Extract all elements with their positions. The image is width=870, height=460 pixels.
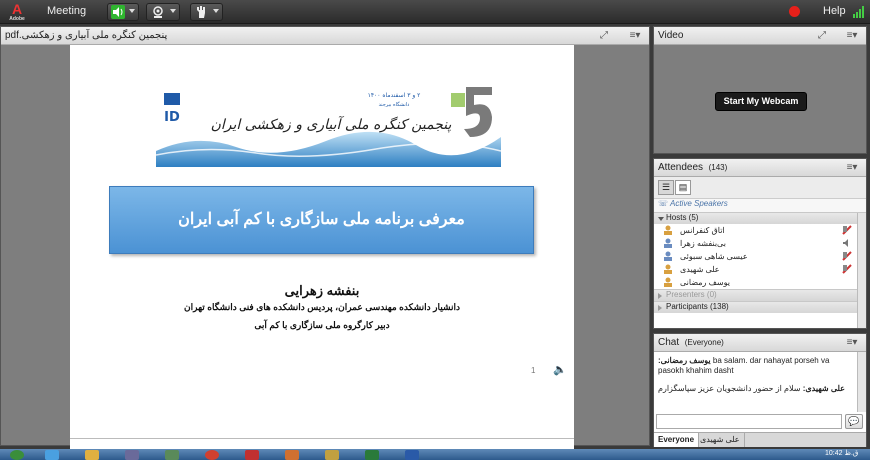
- record-icon[interactable]: [789, 6, 800, 17]
- chat-pod: Chat (Everyone) ≡▾ یوسف رمضانی: ba salam…: [653, 333, 867, 447]
- raise-hand-button[interactable]: [190, 3, 223, 21]
- app-icon[interactable]: [325, 450, 339, 460]
- pod-menu-icon[interactable]: ≡▾: [629, 30, 641, 41]
- webcam-icon: [153, 6, 163, 18]
- host-status-icon: [842, 251, 852, 261]
- host-row[interactable]: یوسف رمضانی: [654, 276, 866, 289]
- author-name: بنفشه زهرایی: [284, 283, 360, 298]
- host-avatar-icon: [664, 277, 672, 287]
- start-button-icon[interactable]: [10, 450, 24, 460]
- video-pod-title: Video: [658, 30, 684, 41]
- system-clock: 10:42 ق.ظ: [825, 450, 859, 457]
- top-menu-bar: A Adobe Meeting Help: [0, 0, 870, 24]
- signal-icon: [853, 6, 865, 18]
- congress-banner: ID پنجمین کنگره ملی آبیاری و زهکشی ایران…: [156, 87, 501, 167]
- video-pod-header: Video ⤢ ≡▾: [654, 27, 866, 45]
- presenters-group[interactable]: Presenters (0): [654, 289, 866, 301]
- speaker-icon: [111, 5, 125, 19]
- share-filename: پنجمین کنگره ملی آبیاری و زهکشی.pdf: [5, 30, 168, 41]
- fullscreen-icon[interactable]: ⤢: [816, 30, 828, 41]
- app-icon[interactable]: [285, 450, 299, 460]
- explorer-icon[interactable]: [85, 450, 99, 460]
- chrome-icon[interactable]: [205, 450, 219, 460]
- chat-title: Chat (Everyone): [658, 337, 724, 348]
- participants-group[interactable]: Participants (138): [654, 301, 866, 313]
- host-status-icon: [842, 225, 852, 235]
- share-pod-header: پنجمین کنگره ملی آبیاری و زهکشی.pdf ⤢ ≡▾: [1, 27, 649, 45]
- excel-icon[interactable]: [365, 450, 379, 460]
- start-webcam-button[interactable]: Start My Webcam: [715, 92, 807, 111]
- author-role: دبیر کارگروه ملی سازگاری با کم آبی: [254, 320, 390, 330]
- banner-university: دانشگاه بیرجند: [379, 101, 410, 108]
- host-row[interactable]: اتاق کنفرانس: [654, 224, 866, 237]
- host-status-icon: [842, 264, 852, 274]
- grid-view-icon[interactable]: ▤: [675, 180, 691, 195]
- host-row[interactable]: عیسی شاهی سبوئی: [654, 250, 866, 263]
- webcam-dropdown-arrow[interactable]: [170, 9, 176, 13]
- video-pod: Video ⤢ ≡▾ Start My Webcam: [653, 26, 867, 154]
- speaker-button[interactable]: [107, 3, 139, 21]
- chat-pod-header: Chat (Everyone) ≡▾: [654, 334, 866, 352]
- attendees-toolbar: ☰ ▤: [654, 177, 866, 199]
- pod-menu-icon[interactable]: ≡▾: [846, 337, 858, 348]
- send-message-button[interactable]: 💬: [845, 414, 863, 429]
- host-avatar-icon: [664, 264, 672, 274]
- chat-message: علی شهیدی: سلام از حضور دانشجویان عزیز س…: [658, 384, 845, 393]
- adobe-logo: A Adobe: [9, 1, 25, 22]
- phone-icon: ☏: [658, 199, 669, 208]
- next-page-edge: [70, 438, 574, 446]
- audio-icon[interactable]: 🔈: [553, 363, 567, 376]
- tab-everyone[interactable]: Everyone: [654, 433, 700, 447]
- ie-icon[interactable]: [45, 450, 59, 460]
- host-row[interactable]: علی شهیدی: [654, 263, 866, 276]
- word-icon[interactable]: [405, 450, 419, 460]
- host-avatar-icon: [664, 251, 672, 261]
- chat-scrollbar[interactable]: [857, 352, 866, 412]
- share-pod: پنجمین کنگره ملی آبیاری و زهکشی.pdf ⤢ ≡▾…: [0, 26, 650, 459]
- speaker-dropdown-arrow[interactable]: [129, 9, 135, 13]
- tab-private-chat[interactable]: علی شهیدی: [696, 433, 745, 447]
- chat-bubble-icon: 💬: [848, 416, 860, 426]
- app-icon[interactable]: [245, 450, 259, 460]
- host-avatar-icon: [664, 225, 672, 235]
- chat-tabs: Everyone علی شهیدی: [654, 432, 866, 447]
- banner-logo-text: ID: [164, 110, 180, 125]
- slide-title: معرفی برنامه ملی سازگاری با کم آبی ایران: [109, 186, 534, 254]
- speaking-icon: [843, 239, 848, 247]
- host-avatar-icon: [664, 238, 672, 248]
- pod-menu-icon[interactable]: ≡▾: [846, 30, 858, 41]
- chat-input[interactable]: [656, 414, 842, 429]
- host-row[interactable]: بی‌بنفشه زهرا: [654, 237, 866, 250]
- attendees-pod: Attendees (143) ≡▾ ☰ ▤ ☏ Active Speakers…: [653, 158, 867, 329]
- pod-menu-icon[interactable]: ≡▾: [846, 162, 858, 173]
- windows-taskbar: 10:42 ق.ظ: [0, 449, 870, 460]
- raise-hand-icon: [197, 6, 205, 18]
- webcam-button[interactable]: [146, 3, 180, 21]
- menu-meeting[interactable]: Meeting: [47, 5, 86, 17]
- document-page: ID پنجمین کنگره ملی آبیاری و زهکشی ایران…: [70, 45, 574, 459]
- banner-congress-title: پنجمین کنگره ملی آبیاری و زهکشی ایران: [211, 115, 452, 133]
- chat-message: یوسف رمضانی: ba salam. dar nahayat porse…: [658, 356, 830, 375]
- banner-date: ۲ و ۳ اسفندماه ۱۴۰۰: [368, 92, 421, 99]
- hosts-group[interactable]: Hosts (5): [654, 212, 866, 224]
- app-icon[interactable]: [125, 450, 139, 460]
- active-speakers: ☏ Active Speakers: [654, 199, 866, 212]
- author-affiliation: دانشیار دانشکده مهندسی عمران، پردیس دانش…: [184, 302, 460, 312]
- attendees-scrollbar[interactable]: [857, 213, 866, 328]
- raise-hand-dropdown-arrow[interactable]: [213, 9, 219, 13]
- list-view-icon[interactable]: ☰: [658, 180, 674, 195]
- attendees-title: Attendees (143): [658, 162, 728, 173]
- help-menu[interactable]: Help: [823, 5, 846, 17]
- fullscreen-icon[interactable]: ⤢: [598, 30, 610, 41]
- app-icon[interactable]: [165, 450, 179, 460]
- page-indicator: 1: [531, 366, 536, 375]
- attendees-pod-header: Attendees (143) ≡▾: [654, 159, 866, 177]
